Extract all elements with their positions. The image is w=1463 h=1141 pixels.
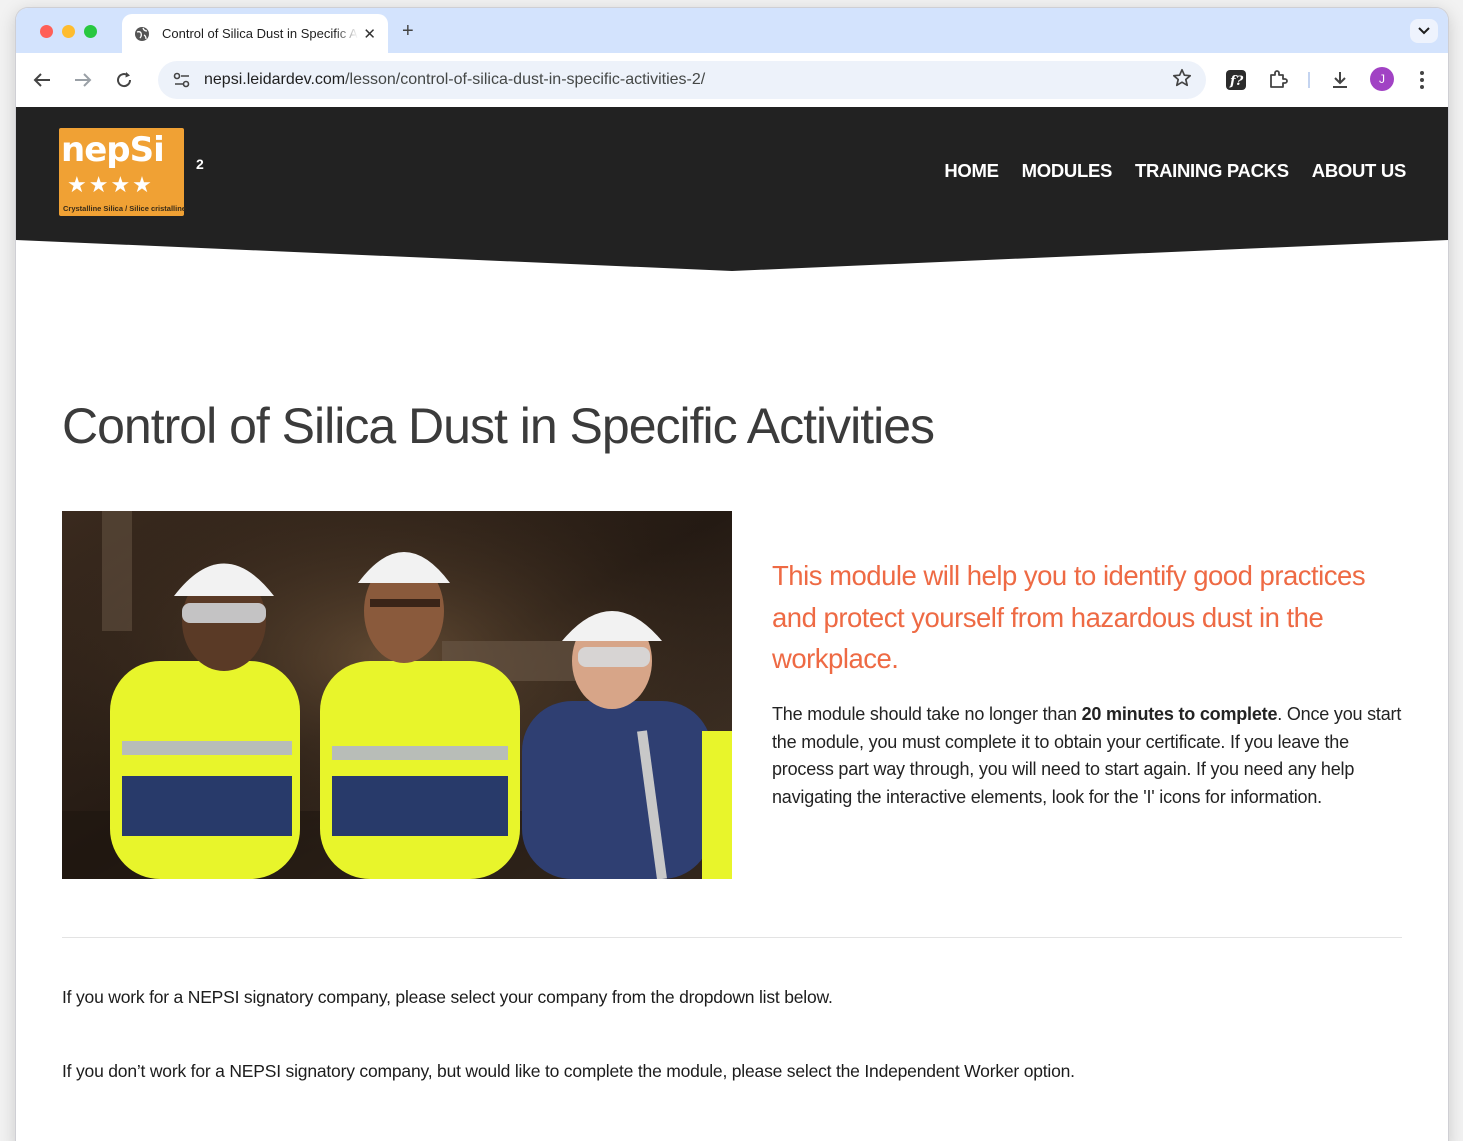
arrow-right-icon	[75, 73, 92, 87]
header-background	[16, 107, 1448, 271]
signatory-instruction: If you work for a NEPSI signatory compan…	[62, 987, 833, 1007]
independent-worker-instruction: If you don’t work for a NEPSI signatory …	[62, 1061, 1075, 1081]
globe-icon	[134, 25, 152, 43]
site-header: nepSi ★★★★ Crystalline Silica / Silice c…	[16, 107, 1448, 279]
back-button[interactable]	[30, 68, 54, 92]
nav-training-packs[interactable]: TRAINING PACKS	[1135, 160, 1289, 182]
url-path: /lesson/control-of-silica-dust-in-specif…	[345, 71, 706, 88]
main-nav: HOME MODULES TRAINING PACKS ABOUT US	[944, 160, 1406, 182]
lead-text: This module will help you to identify go…	[772, 560, 1366, 674]
tab-strip: Control of Silica Dust in Specific Activ…	[16, 8, 1448, 53]
tab-title: Control of Silica Dust in Specific Activ…	[162, 26, 358, 41]
bookmark-star-icon[interactable]	[1172, 68, 1192, 93]
extension-fonts-icon[interactable]: f?	[1223, 67, 1249, 93]
logo-tagline: Crystalline Silica / Silice cristalline	[63, 204, 186, 213]
reload-button[interactable]	[112, 68, 136, 92]
web-page: nepSi ★★★★ Crystalline Silica / Silice c…	[16, 107, 1448, 1141]
reload-icon	[117, 72, 132, 88]
nav-about-us[interactable]: ABOUT US	[1312, 160, 1407, 182]
profile-avatar[interactable]: J	[1370, 67, 1394, 91]
logo-superscript: 2	[196, 156, 204, 172]
page-title: Control of Silica Dust in Specific Activ…	[62, 398, 935, 454]
section-divider	[62, 937, 1402, 938]
address-bar[interactable]: nepsi.leidardev.com/lesson/control-of-si…	[158, 61, 1206, 99]
toolbar-separator	[1308, 72, 1310, 88]
site-info-icon[interactable]	[170, 68, 194, 92]
url-text[interactable]: nepsi.leidardev.com/lesson/control-of-si…	[204, 71, 705, 89]
forward-button[interactable]	[71, 68, 95, 92]
nav-modules[interactable]: MODULES	[1022, 160, 1113, 182]
hero-image-workers	[62, 511, 732, 879]
url-domain: nepsi.leidardev.com	[204, 71, 346, 88]
maximize-window-button[interactable]	[84, 25, 97, 38]
minimize-window-button[interactable]	[62, 25, 75, 38]
menu-kebab-icon[interactable]	[1409, 67, 1435, 93]
browser-toolbar: nepsi.leidardev.com/lesson/control-of-si…	[16, 53, 1448, 107]
browser-window: Control of Silica Dust in Specific Activ…	[16, 8, 1448, 1141]
extensions-puzzle-icon[interactable]	[1265, 67, 1291, 93]
svg-text:f?: f?	[1229, 74, 1244, 89]
chevron-down-icon	[1418, 27, 1430, 35]
module-description: The module should take no longer than 20…	[772, 701, 1412, 811]
tab-close-icon[interactable]: ✕	[363, 25, 376, 43]
logo-stars-icon: ★★★★	[67, 172, 154, 197]
close-window-button[interactable]	[40, 25, 53, 38]
tab-active[interactable]: Control of Silica Dust in Specific Activ…	[122, 14, 388, 53]
downloads-icon[interactable]	[1327, 67, 1353, 93]
tab-search-button[interactable]	[1410, 19, 1438, 43]
arrow-left-icon	[33, 73, 50, 87]
logo-text: nepSi	[61, 130, 165, 170]
description-pre: The module should take no longer than	[772, 704, 1082, 724]
description-bold: 20 minutes to complete	[1081, 704, 1278, 724]
new-tab-button[interactable]: +	[402, 20, 414, 43]
nav-home[interactable]: HOME	[944, 160, 999, 182]
nepsi-logo[interactable]: nepSi ★★★★ Crystalline Silica / Silice c…	[59, 128, 186, 216]
